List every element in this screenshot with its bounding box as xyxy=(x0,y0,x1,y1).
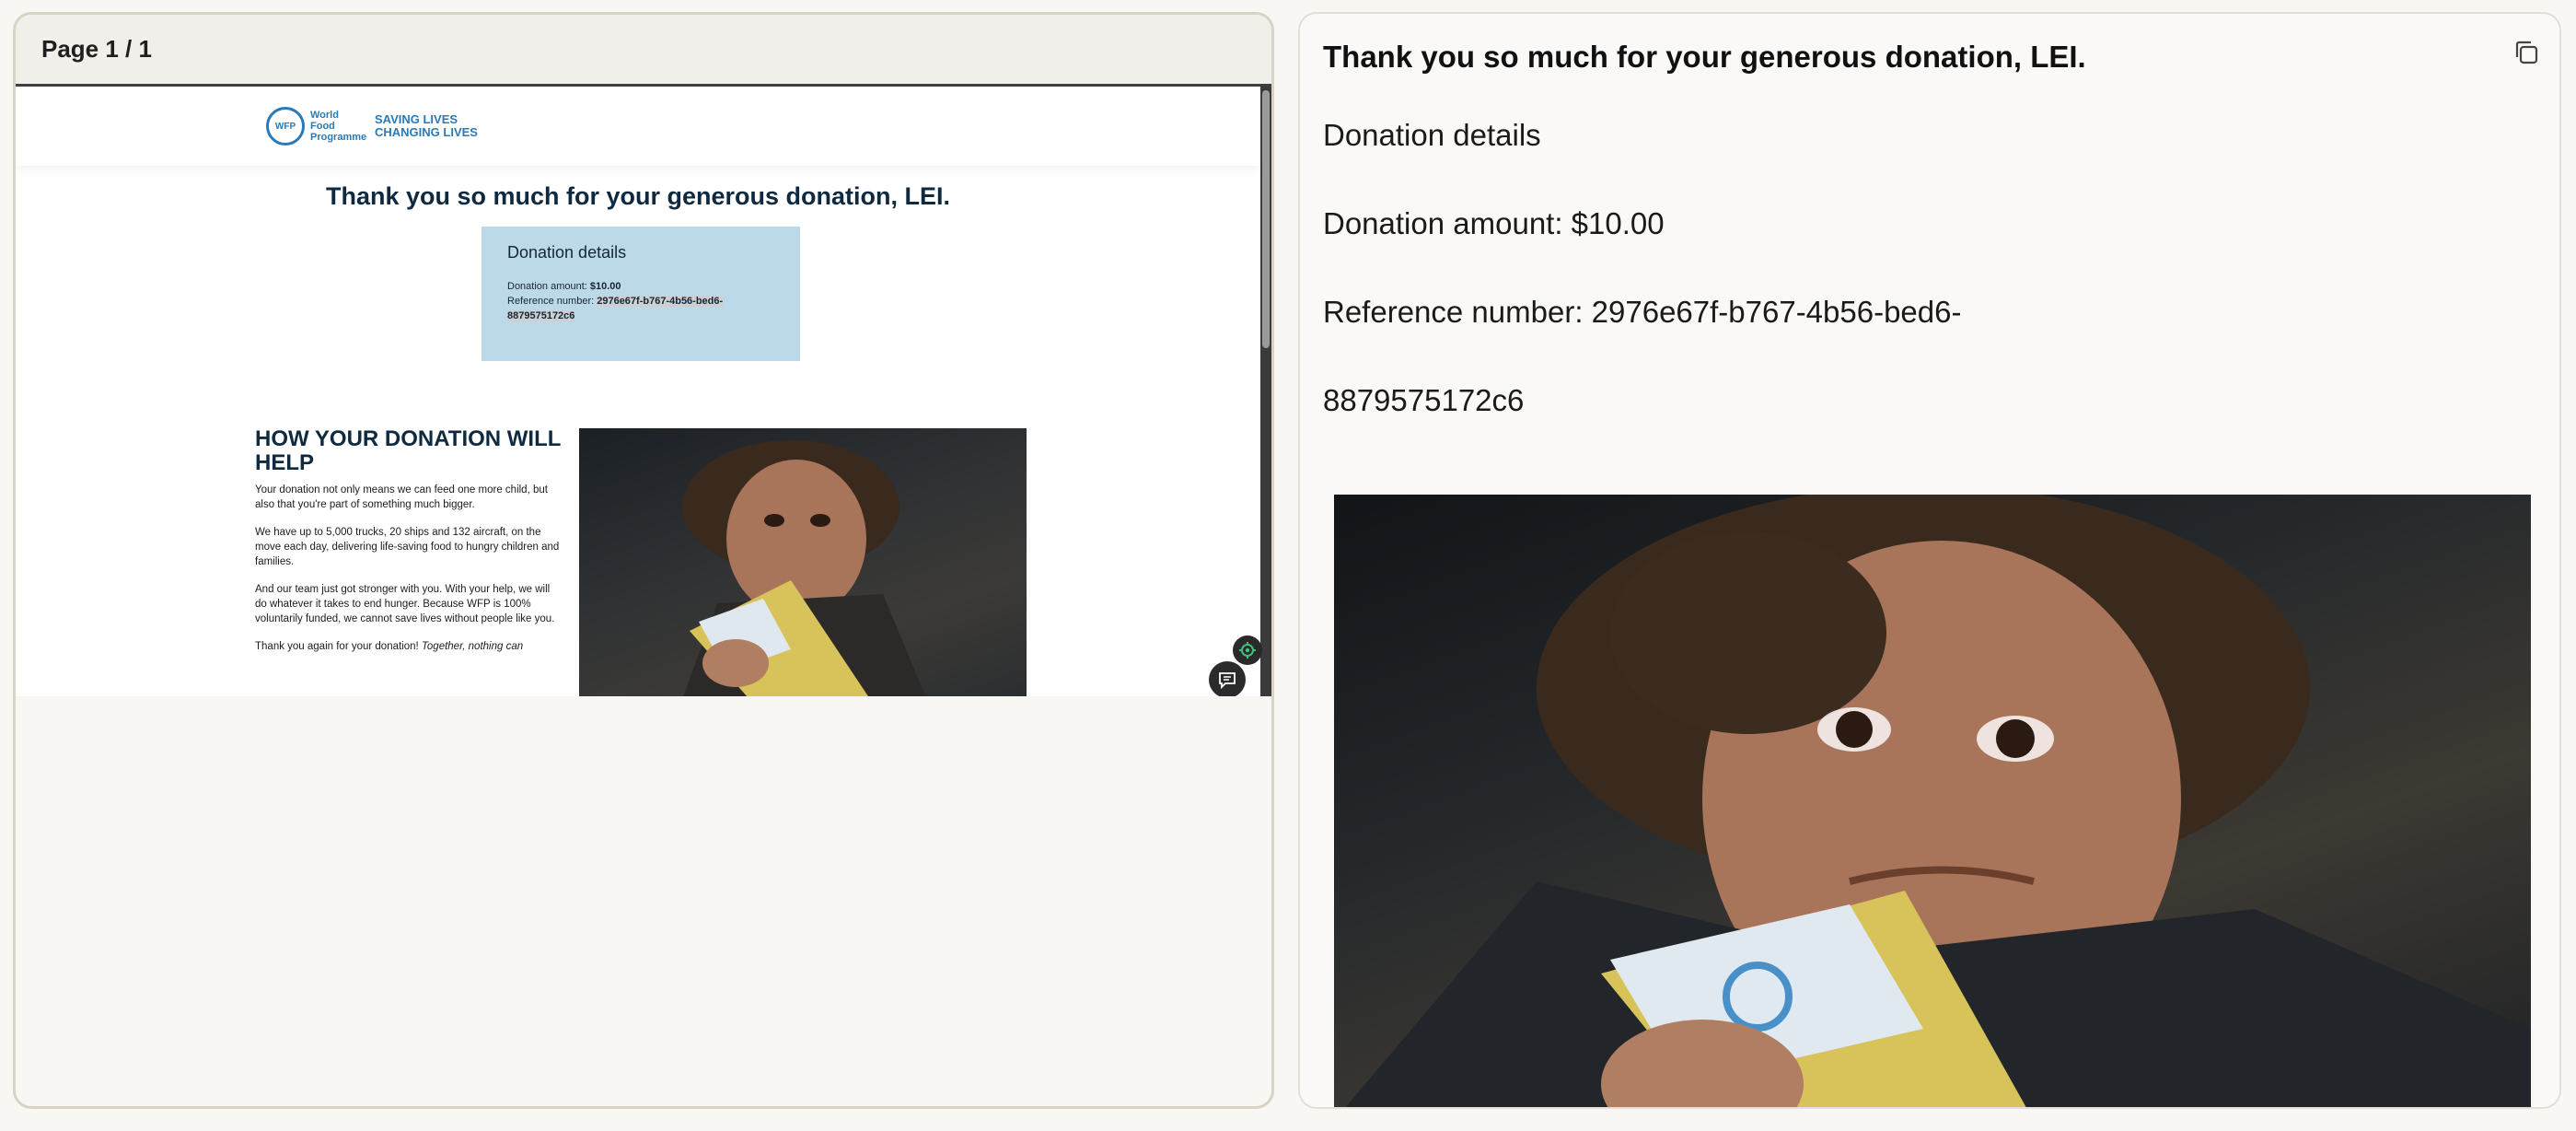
reply-reference-line: Reference number: 2976e67f-b767-4b56-bed… xyxy=(1323,295,1962,329)
webpage-title: Thank you so much for your generous dona… xyxy=(325,182,951,210)
page-scrollbar-thumb[interactable] xyxy=(1262,90,1270,348)
wfp-org-name: World Food Programme xyxy=(310,110,367,143)
wfp-slogan: SAVING LIVES CHANGING LIVES xyxy=(375,113,478,139)
donation-amount-line: Donation amount: $10.00 xyxy=(507,279,774,294)
p4-italic: Together, nothing can xyxy=(421,641,524,652)
help-title: HOW YOUR DONATION WILL HELP xyxy=(255,426,561,475)
emblem-text: WFP xyxy=(274,121,296,132)
slogan-line-2: CHANGING LIVES xyxy=(375,125,478,139)
help-paragraph-2: We have up to 5,000 trucks, 20 ships and… xyxy=(255,527,560,567)
wfp-header: WFP World Food Programme SAVING LIVES CH… xyxy=(16,87,1260,166)
viewer-header: Page 1 / 1 xyxy=(16,15,1271,87)
page-scrollbar[interactable] xyxy=(1260,87,1271,696)
chat-button[interactable] xyxy=(1209,661,1246,696)
donation-details-box: Donation details Donation amount: $10.00… xyxy=(482,227,800,361)
un-emblem-icon: WFP xyxy=(266,107,305,146)
reference-line: Reference number: 2976e67f-b767-4b56-bed… xyxy=(507,294,774,323)
reference-value-2: 8879575172c6 xyxy=(507,310,575,321)
chat-bubble-icon xyxy=(1217,670,1237,690)
reply-amount-line: Donation amount: $10.00 xyxy=(1323,206,1665,240)
document-viewer-panel: Page 1 / 1 WFP World Food Programme SAVI… xyxy=(13,12,1274,1109)
copy-icon xyxy=(2512,38,2541,67)
details-heading: Donation details xyxy=(507,243,627,262)
page-indicator: Page 1 / 1 xyxy=(41,35,152,63)
help-paragraph-1: Your donation not only means we can feed… xyxy=(255,484,548,510)
reply-heading: Thank you so much for your generous dona… xyxy=(1323,40,2086,74)
page-screenshot: WFP World Food Programme SAVING LIVES CH… xyxy=(16,87,1271,696)
reply-details-heading: Donation details xyxy=(1323,118,1541,152)
help-paragraph-4: Thank you again for your donation! Toget… xyxy=(255,639,563,654)
child-photo-large xyxy=(1334,495,2531,1107)
help-section: HOW YOUR DONATION WILL HELP Your donatio… xyxy=(255,427,563,667)
settings-gear-icon xyxy=(1238,641,1257,659)
child-photo-small xyxy=(579,428,1027,696)
reference-value-1: 2976e67f-b767-4b56-bed6- xyxy=(597,296,724,307)
reference-label: Reference number: xyxy=(507,296,598,307)
help-paragraph-3: And our team just got stronger with you.… xyxy=(255,584,555,624)
copy-button[interactable] xyxy=(2508,34,2545,71)
slogan-line-1: SAVING LIVES xyxy=(375,112,458,126)
amount-label: Donation amount: xyxy=(507,281,590,292)
wfp-logo[interactable]: WFP World Food Programme SAVING LIVES CH… xyxy=(266,107,478,146)
p4-start: Thank you again for your donation! xyxy=(255,641,422,652)
settings-gear-button[interactable] xyxy=(1233,635,1262,665)
reply-reference-line-continued: 8879575172c6 xyxy=(1323,383,1525,417)
amount-value: $10.00 xyxy=(589,281,621,292)
reply-panel: Thank you so much for your generous dona… xyxy=(1298,12,2561,1109)
